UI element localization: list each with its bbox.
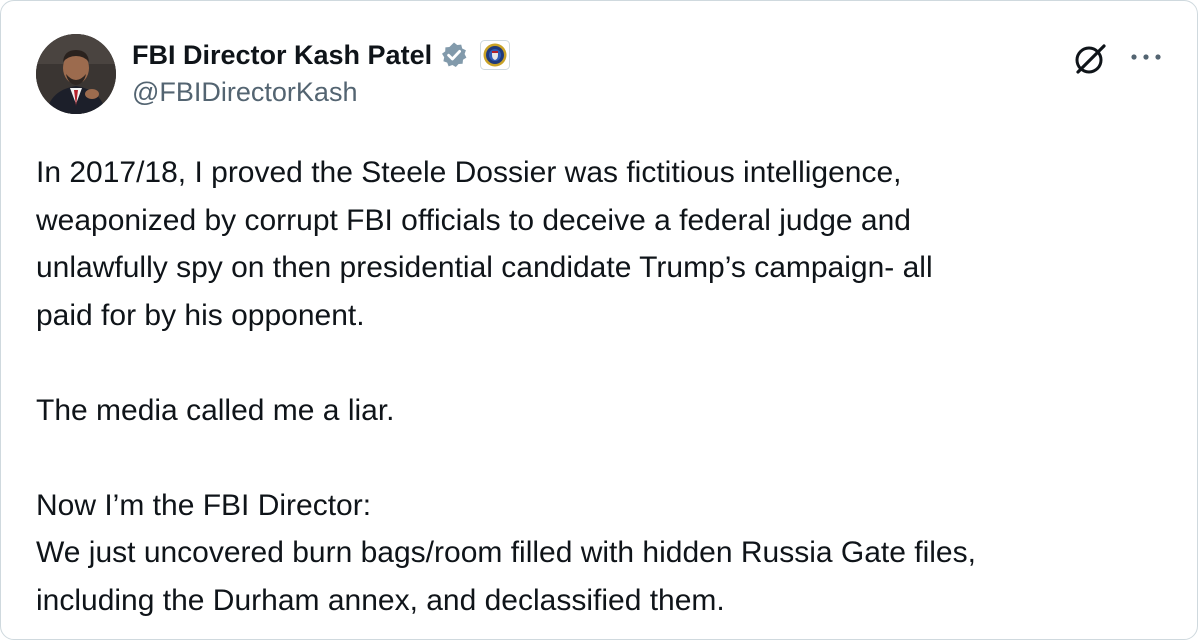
author-handle[interactable]: @FBIDirectorKash	[132, 77, 357, 108]
author-display-name[interactable]: FBI Director Kash Patel	[132, 40, 432, 71]
tweet-text: In 2017/18, I proved the Steele Dossier …	[36, 149, 1166, 624]
verified-badge-icon	[440, 41, 468, 69]
more-options-icon[interactable]	[1128, 41, 1164, 73]
author-name-row: FBI Director Kash Patel	[132, 37, 511, 73]
tweet-card[interactable]: FBI Director Kash Patel @FBIDirectorKash	[0, 0, 1198, 640]
avatar[interactable]	[36, 34, 116, 114]
tweet-paragraph-2: The media called me a liar.	[36, 393, 395, 427]
fbi-seal-icon[interactable]	[480, 40, 511, 70]
tweet-paragraph-3: Now I’m the FBI Director: We just uncove…	[36, 488, 976, 617]
grok-icon[interactable]	[1072, 41, 1108, 77]
tweet-paragraph-1: In 2017/18, I proved the Steele Dossier …	[36, 156, 933, 332]
